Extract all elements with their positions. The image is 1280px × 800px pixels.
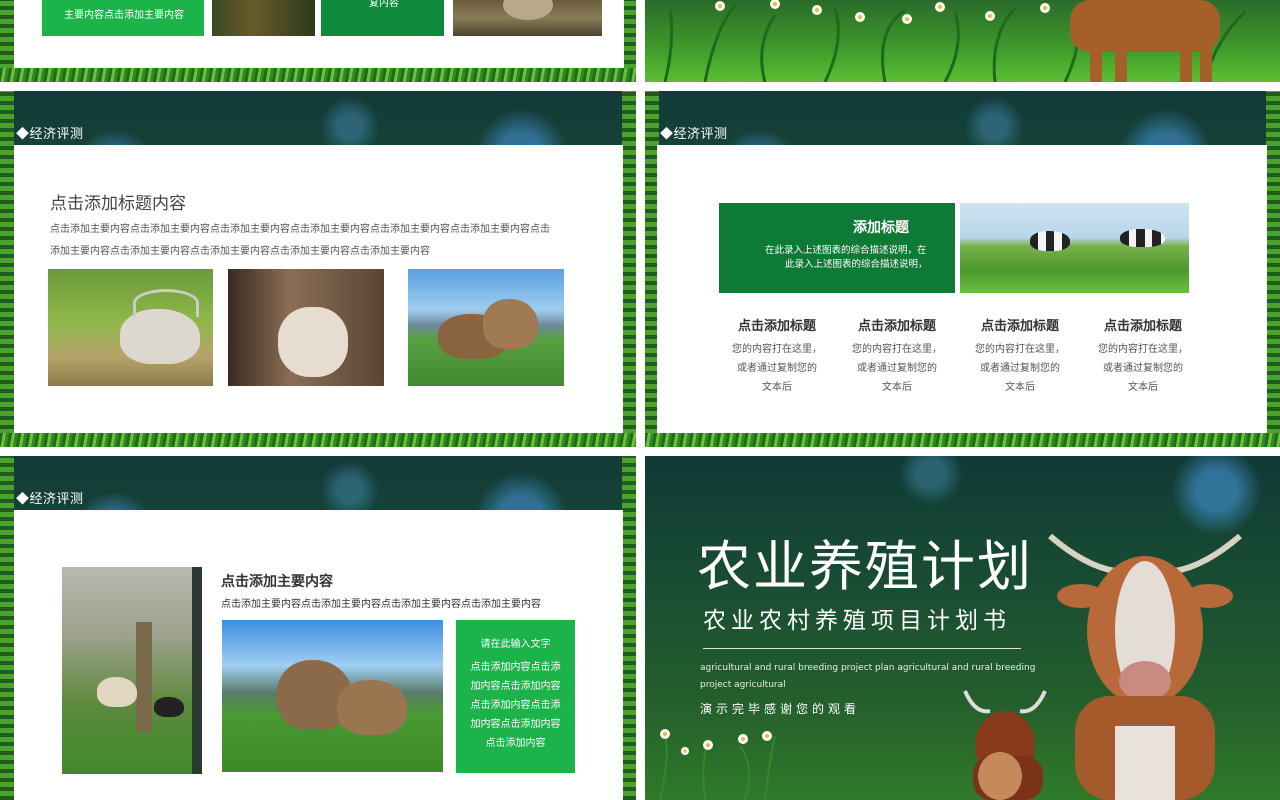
slide-subtitle: 点击添加主要内容点击添加主要内容点击添加主要内容点击添加主要内容	[221, 599, 541, 610]
slide-top-right[interactable]	[645, 0, 1280, 82]
ox-horns	[133, 289, 199, 317]
green-text-box-2: 复内容	[321, 0, 444, 36]
column-line: 或者通过复制您的	[1103, 363, 1183, 374]
grazing-cows-photo	[222, 620, 443, 772]
photo-edge	[192, 567, 202, 774]
content-panel: 点击添加主要内容 点击添加主要内容点击添加主要内容点击添加主要内容点击添加主要内…	[14, 510, 623, 800]
white-ox	[120, 309, 200, 364]
column-line: 文本后	[882, 382, 912, 393]
box-line: 点击添加内容	[485, 738, 546, 749]
content-panel: 点击添加标题内容 点击添加主要内容点击添加主要内容点击添加主要内容点击添加主要内…	[14, 145, 623, 437]
box-line: 加内容点击添加内容	[470, 719, 561, 730]
slide-title: 点击添加主要内容	[221, 574, 333, 590]
content-panel: 添加标题 在此录入上述图表的综合描述说明，在 此录入上述图表的综合描述说明， 点…	[657, 145, 1267, 437]
green-box2-text: 复内容	[369, 0, 399, 9]
grazing-cows-photo	[408, 269, 564, 386]
column-title: 点击添加标题	[980, 319, 1059, 334]
column-line: 您的内容打在这里，	[975, 344, 1065, 355]
side-grass-right	[622, 91, 636, 447]
sheep-white	[97, 677, 137, 707]
feature-title: 添加标题	[853, 220, 909, 236]
green-text-box: 主要内容点击添加主要内容	[42, 0, 204, 36]
dairy-cow-2	[1120, 229, 1165, 247]
box-line: 点击添加内容点击添	[470, 700, 561, 711]
column-line: 文本后	[1005, 382, 1035, 393]
section-tag: ◆经济评测	[660, 126, 728, 141]
deer-photo	[212, 0, 315, 36]
side-grass-right	[1266, 91, 1280, 447]
calf	[1070, 0, 1220, 82]
column-line: 或者通过复制您的	[980, 363, 1060, 374]
sheep-photo	[228, 269, 384, 386]
small-cow-icon	[963, 690, 1047, 800]
slide-top-left[interactable]: 主要内容点击添加主要内容 复内容	[0, 0, 636, 82]
slide-mid-left[interactable]: ◆经济评测 点击添加标题内容 点击添加主要内容点击添加主要内容点击添加主要内容点…	[0, 91, 636, 447]
sheep	[278, 307, 348, 377]
box-heading: 请在此输入文字	[480, 639, 551, 650]
sheep-post-photo	[62, 567, 201, 774]
brown-cow-2	[337, 680, 407, 735]
side-grass-left	[0, 456, 14, 800]
dairy-cow-1	[1030, 231, 1070, 251]
cows-and-daisies-illustration	[659, 533, 1242, 800]
column-line: 或者通过复制您的	[737, 363, 817, 374]
column-line: 您的内容打在这里，	[1098, 344, 1188, 355]
slide-mid-right[interactable]: ◆经济评测 添加标题 在此录入上述图表的综合描述说明，在 此录入上述图表的综合描…	[645, 91, 1280, 447]
slide-bottom-right[interactable]: 农业养殖计划 农业农村养殖项目计划书 agricultural and rura…	[645, 456, 1280, 800]
slide-title: 点击添加标题内容	[50, 194, 186, 214]
grass-strip	[0, 68, 636, 82]
brown-cow-2	[483, 299, 538, 349]
column-line: 您的内容打在这里，	[852, 344, 942, 355]
sheep-black	[154, 697, 184, 717]
box-line: 点击添加内容点击添	[470, 662, 561, 673]
column-title: 点击添加标题	[737, 319, 816, 334]
column-line: 您的内容打在这里，	[732, 344, 822, 355]
grass-strip	[645, 433, 1280, 447]
column-title: 点击添加标题	[857, 319, 936, 334]
slide-bottom-left[interactable]: ◆经济评测 点击添加主要内容 点击添加主要内容点击添加主要内容点击添加主要内容点…	[0, 456, 636, 800]
feature-desc-1: 在此录入上述图表的综合描述说明，在	[765, 245, 927, 256]
section-tag: ◆经济评测	[16, 491, 84, 506]
feature-desc-2: 此录入上述图表的综合描述说明，	[785, 259, 928, 270]
column-3: 点击添加标题 您的内容打在这里， 或者通过复制您的 文本后	[970, 315, 1070, 397]
side-grass-left	[0, 91, 14, 447]
grass-strip	[0, 433, 636, 447]
dairy-cows-photo	[960, 203, 1189, 293]
body-line-2: 添加主要内容点击添加主要内容点击添加主要内容点击添加主要内容点击添加主要内容	[50, 246, 430, 257]
section-tag: ◆经济评测	[16, 126, 84, 141]
stump	[503, 0, 553, 20]
green-box-text: 主要内容点击添加主要内容	[64, 10, 184, 21]
box-line: 加内容点击添加内容	[470, 681, 561, 692]
feature-box: 添加标题 在此录入上述图表的综合描述说明，在 此录入上述图表的综合描述说明，	[719, 203, 955, 293]
column-title: 点击添加标题	[1103, 319, 1182, 334]
column-1: 点击添加标题 您的内容打在这里， 或者通过复制您的 文本后	[727, 315, 827, 397]
column-line: 文本后	[1128, 382, 1158, 393]
grass-illustration	[663, 0, 1247, 82]
fence-post	[136, 622, 152, 732]
stump-photo	[453, 0, 602, 36]
white-ox-photo	[48, 269, 213, 386]
column-2: 点击添加标题 您的内容打在这里， 或者通过复制您的 文本后	[847, 315, 947, 397]
green-text-box: 请在此输入文字 点击添加内容点击添 加内容点击添加内容 点击添加内容点击添 加内…	[456, 620, 575, 773]
big-cow-icon	[1048, 533, 1242, 800]
column-line: 文本后	[762, 382, 792, 393]
column-line: 或者通过复制您的	[857, 363, 937, 374]
column-4: 点击添加标题 您的内容打在这里， 或者通过复制您的 文本后	[1093, 315, 1193, 397]
side-grass-right	[622, 456, 636, 800]
body-line-1: 点击添加主要内容点击添加主要内容点击添加主要内容点击添加主要内容点击添加主要内容…	[50, 224, 550, 235]
